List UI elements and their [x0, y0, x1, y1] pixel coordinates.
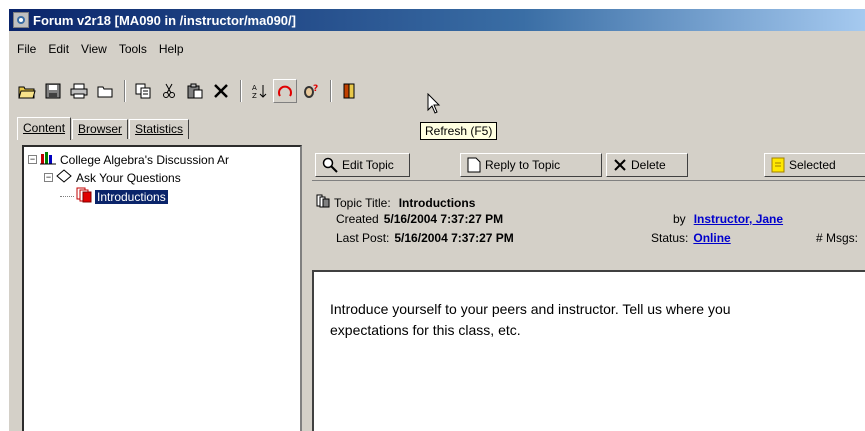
forum-window: Forum v2r18 [MA090 in /instructor/ma090/… [8, 8, 865, 431]
delete-button[interactable]: Delete [606, 153, 688, 177]
toolbar-separator [240, 80, 242, 102]
last-post-row: Last Post: 5/16/2004 7:37:27 PM [336, 231, 514, 245]
delete-label: Delete [631, 158, 666, 172]
msgs-row: # Msgs: [816, 231, 858, 245]
tab-browser-label: Browser [78, 122, 123, 136]
tree-topic-row[interactable]: Introductions [60, 187, 168, 206]
delete-x-icon[interactable] [209, 79, 233, 103]
refresh-tooltip: Refresh (F5) [420, 122, 498, 140]
topic-book-icon [316, 194, 330, 211]
folder-icon[interactable] [93, 79, 117, 103]
selected-button[interactable]: Selected [764, 153, 865, 177]
menu-bar: File Edit View Tools Help [9, 39, 190, 59]
delete-icon [614, 159, 626, 171]
page-icon [467, 157, 481, 173]
tab-statistics-label: Statistics [135, 122, 184, 136]
collapse-icon[interactable]: − [44, 173, 53, 182]
tab-browser[interactable]: Browser [72, 119, 129, 139]
svg-text:?: ? [313, 84, 318, 94]
window-title: Forum v2r18 [MA090 in /instructor/ma090/… [33, 12, 296, 28]
print-icon[interactable] [67, 79, 91, 103]
created-row: Created 5/16/2004 7:37:27 PM [336, 212, 503, 226]
menu-edit[interactable]: Edit [42, 40, 75, 58]
pane-splitter[interactable] [305, 145, 311, 431]
tab-content[interactable]: Content [17, 117, 72, 140]
forum-icon [56, 169, 72, 186]
menu-tools[interactable]: Tools [113, 40, 153, 58]
menu-file[interactable]: File [11, 40, 42, 58]
message-body[interactable]: Introduce yourself to your peers and ins… [312, 270, 865, 431]
topic-title-label: Topic Title: [334, 195, 391, 210]
note-icon [771, 157, 785, 173]
tree-connector [60, 196, 74, 197]
svg-text:Z: Z [252, 92, 257, 99]
reply-to-topic-button[interactable]: Reply to Topic [460, 153, 602, 177]
tree-forum-label: Ask Your Questions [76, 170, 181, 185]
view-tabs: Content Browser Statistics [17, 115, 190, 140]
refresh-icon[interactable] [273, 79, 297, 103]
topic-title-value: Introductions [398, 195, 476, 210]
topic-tree[interactable]: − College Algebra's Discussion Ar − Ask … [22, 145, 302, 431]
sort-icon[interactable]: AZ [247, 79, 271, 103]
magnifier-icon [322, 157, 338, 173]
paste-icon[interactable] [183, 79, 207, 103]
save-icon[interactable] [41, 79, 65, 103]
toolbar-separator [124, 80, 126, 102]
menu-view[interactable]: View [75, 40, 113, 58]
tree-topic-label: Introductions [95, 189, 168, 204]
author-link[interactable]: Instructor, Jane [694, 212, 783, 226]
last-post-value: 5/16/2004 7:37:27 PM [394, 231, 514, 245]
status-label: Status: [651, 231, 689, 245]
topic-toolbar: Edit Topic Reply to Topic Delete Selecte… [312, 145, 865, 181]
topic-pane: Edit Topic Reply to Topic Delete Selecte… [312, 145, 865, 431]
menu-help[interactable]: Help [153, 40, 190, 58]
exit-door-icon[interactable] [337, 79, 361, 103]
books-icon [40, 151, 56, 168]
tree-root-row[interactable]: − College Algebra's Discussion Ar [28, 151, 229, 168]
status-link[interactable]: Online [693, 231, 730, 245]
svg-text:A: A [252, 84, 257, 92]
edit-topic-button[interactable]: Edit Topic [315, 153, 410, 177]
collapse-icon[interactable]: − [28, 155, 37, 164]
message-line-1: Introduce yourself to your peers and ins… [330, 301, 731, 317]
message-line-2: expectations for this class, etc. [330, 322, 521, 338]
topic-info: Topic Title: Introductions Created 5/16/… [312, 186, 865, 266]
tree-root-label: College Algebra's Discussion Ar [60, 152, 230, 167]
toolbar-separator [330, 80, 332, 102]
mouse-pointer-icon [427, 92, 441, 118]
title-bar[interactable]: Forum v2r18 [MA090 in /instructor/ma090/… [9, 9, 865, 31]
topic-doc-icon [76, 187, 92, 206]
tab-content-label: Content [23, 121, 66, 135]
status-row: Status: Online [651, 231, 731, 245]
selected-label: Selected [789, 158, 836, 172]
help-icon[interactable]: ? [299, 79, 323, 103]
msgs-label: # Msgs: [816, 231, 859, 245]
created-label: Created [336, 212, 379, 226]
topic-title-row: Topic Title: Introductions [316, 194, 475, 211]
last-post-label: Last Post: [336, 231, 390, 245]
author-row: by Instructor, Jane [673, 212, 783, 226]
copy-icon[interactable] [131, 79, 155, 103]
app-icon [13, 12, 29, 28]
tab-statistics[interactable]: Statistics [129, 119, 190, 139]
cut-icon[interactable] [157, 79, 181, 103]
tree-forum-row[interactable]: − Ask Your Questions [44, 169, 181, 186]
open-folder-icon[interactable] [15, 79, 39, 103]
reply-topic-label: Reply to Topic [485, 158, 561, 172]
created-value: 5/16/2004 7:37:27 PM [383, 212, 504, 226]
by-label: by [673, 212, 686, 226]
edit-topic-label: Edit Topic [342, 158, 394, 172]
